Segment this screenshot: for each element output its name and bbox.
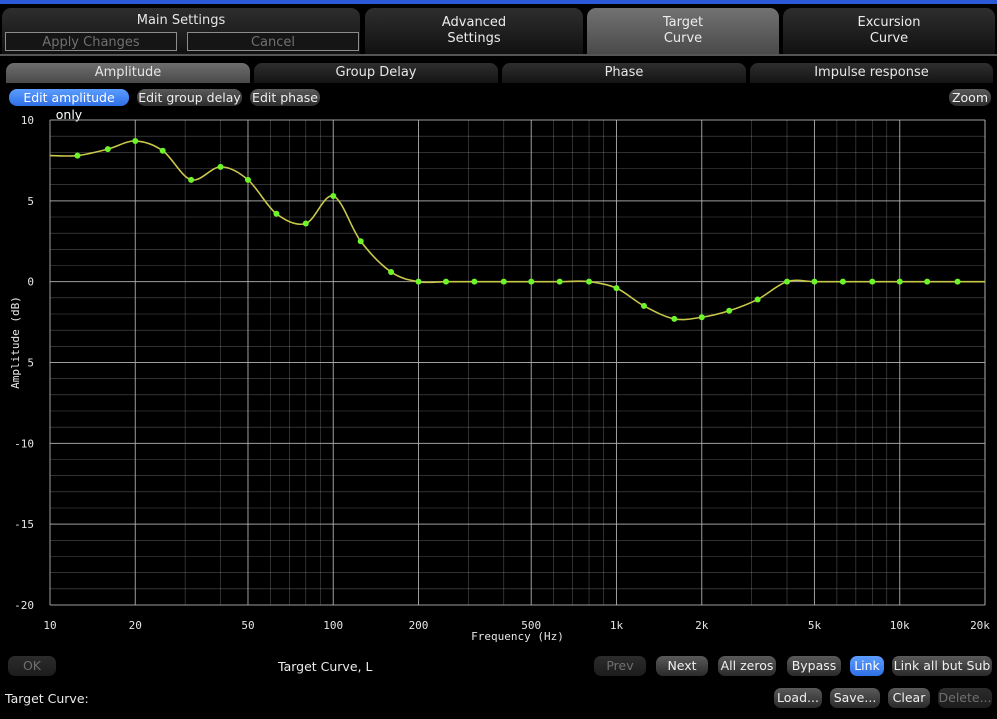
edit-amplitude-only-button[interactable]: Edit amplitude only — [9, 89, 129, 122]
curve-control-point[interactable] — [500, 278, 507, 285]
curve-control-point[interactable] — [415, 278, 422, 285]
target-curve-label: Target Curve: — [5, 691, 89, 706]
curve-control-point[interactable] — [528, 278, 535, 285]
prev-button[interactable]: Prev — [594, 656, 646, 676]
x-tick-label: 10k — [890, 619, 910, 632]
curve-control-point[interactable] — [388, 268, 395, 275]
x-tick-label: 2k — [695, 619, 709, 632]
zoom-button[interactable]: Zoom — [949, 89, 991, 106]
x-tick-label: 20 — [129, 619, 142, 632]
subtab-phase[interactable]: Phase — [502, 63, 746, 83]
cancel-button[interactable]: Cancel — [187, 32, 359, 51]
subtab-impulse-response[interactable]: Impulse response — [750, 63, 993, 83]
tab-target-curve[interactable]: Target Curve — [587, 8, 779, 54]
curve-control-point[interactable] — [839, 278, 846, 285]
link-all-but-sub-button[interactable]: Link all but Sub — [892, 656, 992, 676]
tab-advanced-line1: Advanced — [441, 15, 507, 30]
grid-major — [49, 119, 986, 606]
y-tick-label: 0 — [27, 276, 34, 289]
tab-main-settings[interactable]: Main Settings Apply Changes Cancel — [2, 8, 360, 54]
target-curve-line — [49, 140, 985, 321]
y-tick-label: -10 — [14, 437, 34, 450]
curve-control-point[interactable] — [330, 192, 337, 199]
curve-control-point[interactable] — [924, 278, 931, 285]
curve-control-point[interactable] — [302, 220, 309, 227]
edit-phase-button[interactable]: Edit phase — [250, 89, 320, 106]
y-tick-label: 10 — [21, 114, 34, 127]
x-tick-label: 1k — [610, 619, 624, 632]
x-tick-label: 5k — [808, 619, 822, 632]
y-tick-label: 5 — [27, 195, 34, 208]
curve-control-point[interactable] — [754, 296, 761, 303]
tab-excursion-curve[interactable]: Excursion Curve — [783, 8, 995, 54]
clear-button[interactable]: Clear — [888, 688, 930, 708]
curve-control-point[interactable] — [188, 176, 195, 183]
curve-control-point[interactable] — [74, 152, 81, 159]
edit-group-delay-button[interactable]: Edit group delay — [137, 89, 242, 106]
curve-control-point[interactable] — [556, 278, 563, 285]
tab-excursion-line1: Excursion — [857, 15, 921, 30]
curve-control-point[interactable] — [896, 278, 903, 285]
curve-control-point[interactable] — [273, 210, 280, 217]
y-axis-label: Amplitude (dB) — [9, 296, 22, 389]
curve-control-point[interactable] — [640, 302, 647, 309]
tab-target-line1: Target — [662, 15, 704, 30]
x-tick-label: 200 — [409, 619, 429, 632]
curve-control-point[interactable] — [811, 278, 818, 285]
load-button[interactable]: Load... — [774, 688, 822, 708]
tab-main-settings-label: Main Settings — [136, 13, 226, 28]
subtab-group-delay[interactable]: Group Delay — [254, 63, 498, 83]
tab-advanced-line2: Settings — [447, 31, 501, 46]
curve-control-point[interactable] — [217, 163, 224, 170]
ok-button[interactable]: OK — [8, 656, 56, 676]
curve-control-point[interactable] — [586, 278, 593, 285]
curve-control-point[interactable] — [726, 307, 733, 314]
save-button[interactable]: Save... — [830, 688, 880, 708]
curve-control-point[interactable] — [104, 146, 111, 153]
curve-control-point[interactable] — [698, 314, 705, 321]
tab-separator — [0, 54, 997, 56]
x-tick-label: 20k — [970, 619, 990, 632]
tab-excursion-line2: Curve — [869, 31, 909, 46]
curve-control-point[interactable] — [671, 315, 678, 322]
curve-control-point[interactable] — [869, 278, 876, 285]
y-tick-label: 5 — [27, 357, 34, 370]
x-tick-label: 50 — [241, 619, 254, 632]
delete-button[interactable]: Delete... — [938, 688, 992, 708]
y-tick-label: -15 — [14, 518, 34, 531]
points-layer — [74, 138, 961, 322]
x-axis-label: Frequency (Hz) — [471, 630, 564, 643]
subtab-amplitude[interactable]: Amplitude — [6, 63, 250, 83]
amplitude-chart[interactable]: 10505-10-15-20 10 20 50 100 200 500 1k 2k 5k 10k 2… — [0, 108, 997, 653]
tab-target-line2: Curve — [663, 31, 703, 46]
curve-control-point[interactable] — [132, 138, 139, 145]
curve-control-point[interactable] — [613, 285, 620, 292]
next-button[interactable]: Next — [656, 656, 708, 676]
x-tick-label: 100 — [323, 619, 343, 632]
curve-control-point[interactable] — [471, 278, 478, 285]
link-button[interactable]: Link — [850, 656, 884, 676]
curve-control-point[interactable] — [442, 278, 449, 285]
bypass-button[interactable]: Bypass — [787, 656, 841, 676]
x-tick-label: 10 — [43, 619, 56, 632]
curve-control-point[interactable] — [357, 238, 364, 245]
curve-name-label: Target Curve, L — [278, 659, 373, 674]
all-zeros-button[interactable]: All zeros — [718, 656, 776, 676]
curve-control-point[interactable] — [784, 278, 791, 285]
curve-control-point[interactable] — [159, 147, 166, 154]
y-tick-label: -20 — [14, 599, 34, 612]
curve-layer — [49, 140, 985, 321]
curve-control-point[interactable] — [954, 278, 961, 285]
curve-control-point[interactable] — [244, 176, 251, 183]
window-top-accent — [0, 0, 997, 4]
apply-changes-button[interactable]: Apply Changes — [5, 32, 177, 51]
tab-advanced-settings[interactable]: Advanced Settings — [365, 8, 583, 54]
